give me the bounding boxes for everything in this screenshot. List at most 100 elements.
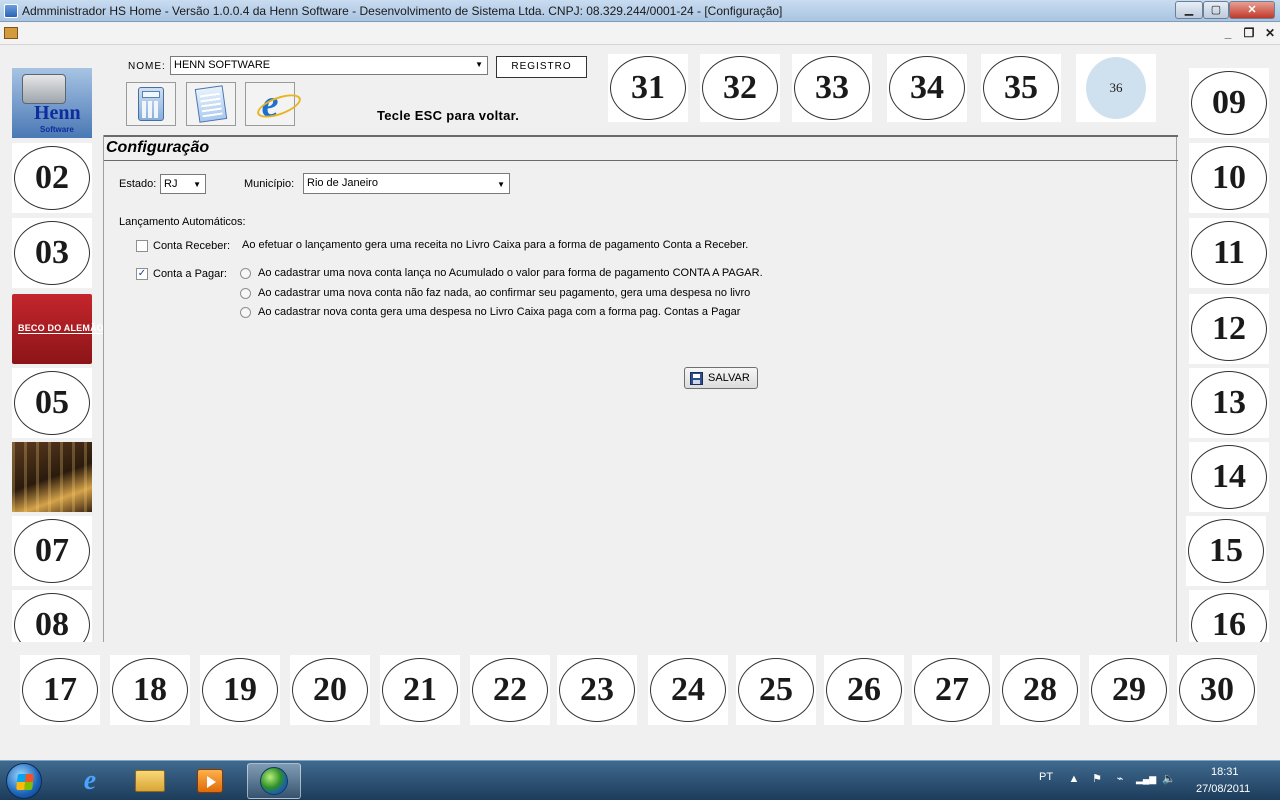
tile-23[interactable]: 23	[557, 655, 637, 725]
start-button[interactable]	[6, 763, 42, 799]
mall-photo-tile[interactable]	[12, 442, 92, 512]
tile-20[interactable]: 20	[290, 655, 370, 725]
conta-receber-label: Conta Receber:	[153, 240, 231, 252]
tile-30[interactable]: 30	[1177, 655, 1257, 725]
tile-32[interactable]: 32	[700, 54, 780, 122]
conta-pagar-option-1-radio[interactable]	[240, 268, 251, 279]
tile-10[interactable]: 10	[1189, 143, 1269, 213]
tile-13[interactable]: 13	[1189, 368, 1269, 438]
tile-number: 13	[1191, 371, 1267, 435]
conta-pagar-option-3-label[interactable]: Ao cadastrar nova conta gera uma despesa…	[258, 306, 740, 318]
tile-08[interactable]: 08	[12, 590, 92, 642]
tile-12[interactable]: 12	[1189, 294, 1269, 364]
tile-number: 17	[22, 658, 98, 722]
tile-24[interactable]: 24	[648, 655, 728, 725]
internet-explorer-icon: e	[83, 765, 97, 796]
maximize-button[interactable]: ▢	[1203, 1, 1229, 19]
tile-09[interactable]: 09	[1189, 68, 1269, 138]
language-indicator[interactable]: PT	[1039, 771, 1053, 783]
tile-25[interactable]: 25	[736, 655, 816, 725]
tile-21[interactable]: 21	[380, 655, 460, 725]
tile-number: 19	[202, 658, 278, 722]
tile-number: 22	[472, 658, 548, 722]
conta-pagar-option-3-radio[interactable]	[240, 307, 251, 318]
power-icon[interactable]: ⌁	[1114, 773, 1126, 785]
tile-number: 31	[610, 56, 686, 120]
tile-15[interactable]: 15	[1186, 516, 1266, 586]
tile-19[interactable]: 19	[200, 655, 280, 725]
estado-dropdown[interactable]: RJ ▼	[160, 174, 206, 194]
mdi-minimize-button[interactable]: _	[1220, 26, 1236, 40]
nome-dropdown[interactable]: HENN SOFTWARE ▼	[170, 56, 488, 75]
tile-number: 26	[826, 658, 902, 722]
tile-17[interactable]: 17	[20, 655, 100, 725]
tile-14[interactable]: 14	[1189, 442, 1269, 512]
save-button[interactable]: SALVAR	[684, 367, 758, 389]
pos-machine-icon	[22, 74, 66, 104]
tile-07[interactable]: 07	[12, 516, 92, 586]
conta-pagar-checkbox[interactable]: ✓	[136, 268, 148, 280]
network-signal-icon[interactable]: ▂▄▆	[1136, 773, 1156, 785]
internet-explorer-button[interactable]: e	[245, 82, 295, 126]
tile-number: 14	[1191, 445, 1267, 509]
conta-pagar-option-2-radio[interactable]	[240, 288, 251, 299]
mdi-close-button[interactable]: ✕	[1262, 26, 1278, 40]
tile-03[interactable]: 03	[12, 218, 92, 288]
tile-34[interactable]: 34	[887, 54, 967, 122]
clock-date[interactable]: 27/08/2011	[1196, 783, 1250, 795]
calculator-icon	[138, 87, 164, 121]
estado-label: Estado:	[119, 178, 157, 190]
volume-icon[interactable]: 🔈	[1162, 773, 1176, 785]
esc-hint: Tecle ESC para voltar.	[377, 108, 520, 123]
tile-33[interactable]: 33	[792, 54, 872, 122]
conta-receber-checkbox[interactable]	[136, 240, 148, 252]
taskbar-hs-home-app[interactable]	[247, 763, 301, 799]
taskbar-media-player[interactable]	[183, 763, 237, 799]
chevron-down-icon: ▼	[193, 180, 201, 189]
tile-number: 05	[14, 371, 90, 435]
tile-18[interactable]: 18	[110, 655, 190, 725]
tile-02[interactable]: 02	[12, 143, 92, 213]
tile-05[interactable]: 05	[12, 368, 92, 438]
tile-16[interactable]: 16	[1189, 590, 1269, 642]
notepad-icon	[194, 85, 228, 123]
municipio-label: Município:	[244, 178, 295, 190]
nome-value: HENN SOFTWARE	[174, 59, 271, 71]
minimize-button[interactable]: ▁	[1175, 1, 1203, 19]
tile-29[interactable]: 29	[1089, 655, 1169, 725]
registro-button[interactable]: REGISTRO	[496, 56, 587, 78]
tile-36[interactable]: 36	[1076, 54, 1156, 122]
tile-28[interactable]: 28	[1000, 655, 1080, 725]
tile-35[interactable]: 35	[981, 54, 1061, 122]
clock-time[interactable]: 18:31	[1211, 766, 1239, 778]
taskbar-file-explorer[interactable]	[123, 763, 177, 799]
close-button[interactable]: ✕	[1229, 1, 1275, 19]
tile-number: 02	[14, 146, 90, 210]
calculator-button[interactable]	[126, 82, 176, 126]
municipio-dropdown[interactable]: Rio de Janeiro ▼	[303, 173, 510, 194]
mdi-restore-button[interactable]: ❐	[1241, 26, 1257, 40]
tile-22[interactable]: 22	[470, 655, 550, 725]
show-hidden-icons-icon[interactable]: ▲	[1068, 773, 1080, 785]
floppy-disk-icon	[690, 371, 703, 385]
notepad-button[interactable]	[186, 82, 236, 126]
tile-number: 10	[1191, 146, 1267, 210]
tile-number: 16	[1191, 593, 1267, 642]
mdi-child-icon[interactable]	[4, 27, 18, 39]
nome-label: NOME:	[128, 61, 166, 72]
tile-11[interactable]: 11	[1189, 218, 1269, 288]
mall-photo-lights	[12, 442, 92, 512]
beco-do-alemao-logo[interactable]: BECO DO ALEMÃO	[12, 294, 104, 364]
henn-software-logo[interactable]: Henn Software	[12, 68, 92, 138]
tile-number: 08	[14, 593, 90, 642]
conta-pagar-option-1-label[interactable]: Ao cadastrar uma nova conta lança no Acu…	[258, 267, 763, 279]
tile-26[interactable]: 26	[824, 655, 904, 725]
configuration-panel: Configuração Estado: RJ ▼ Município: Rio…	[103, 135, 1178, 642]
tile-number: 12	[1191, 297, 1267, 361]
tile-31[interactable]: 31	[608, 54, 688, 122]
conta-pagar-option-2-label[interactable]: Ao cadastrar uma nova conta não faz nada…	[258, 287, 750, 299]
taskbar-internet-explorer[interactable]: e	[63, 763, 117, 799]
tile-27[interactable]: 27	[912, 655, 992, 725]
action-center-flag-icon[interactable]: ⚑	[1091, 773, 1103, 785]
henn-logo-subtext: Software	[40, 125, 74, 134]
